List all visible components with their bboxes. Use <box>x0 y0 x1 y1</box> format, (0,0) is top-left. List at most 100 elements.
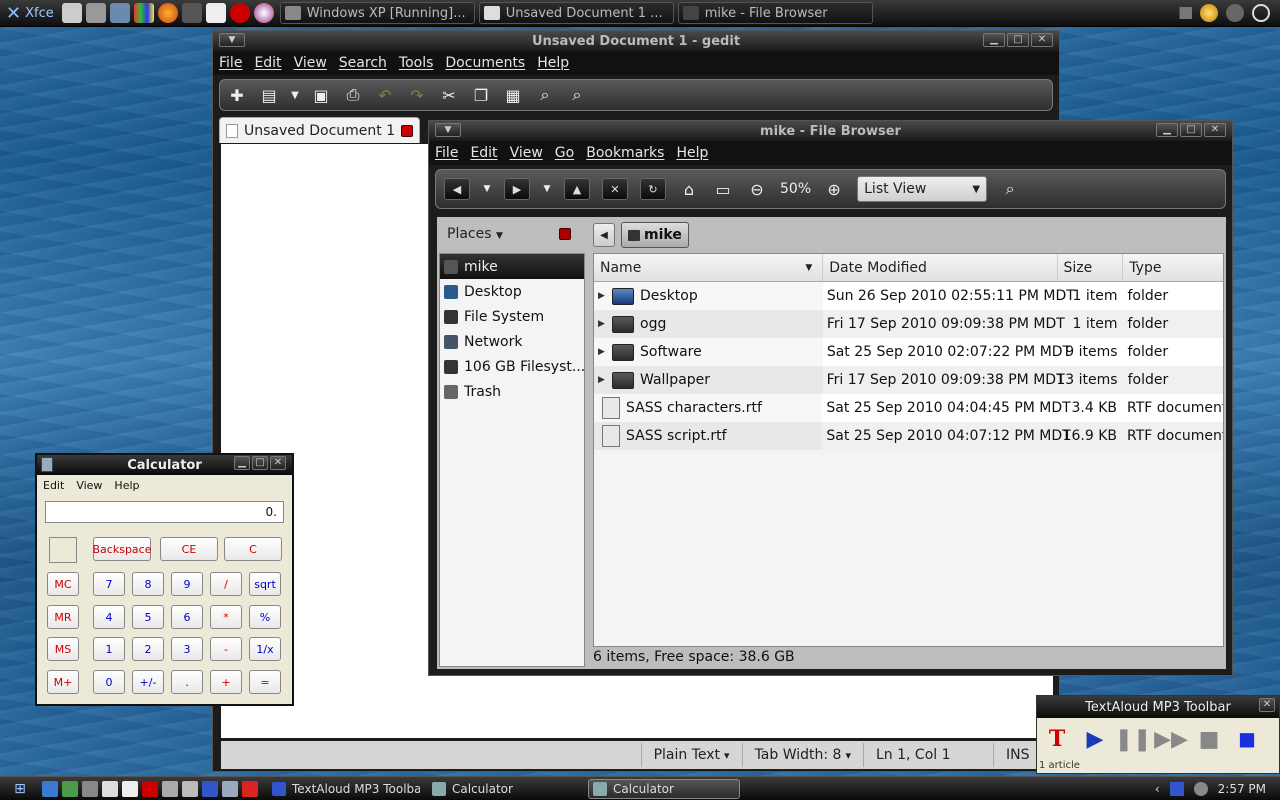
cut-icon[interactable]: ✂ <box>438 84 460 106</box>
minimize-icon[interactable]: ▁ <box>234 456 250 470</box>
sidebar-item-network[interactable]: Network <box>440 329 584 354</box>
digit-2-button[interactable]: 2 <box>132 637 164 661</box>
file-browser-titlebar[interactable]: ▼ mike - File Browser ▁ □ ✕ <box>429 121 1232 141</box>
close-icon[interactable]: ✕ <box>1204 123 1226 137</box>
menu-file[interactable]: File <box>219 55 242 71</box>
file-row[interactable]: SASS script.rtf Sat 25 Sep 2010 04:07:12… <box>594 422 1223 450</box>
column-type[interactable]: Type <box>1123 254 1223 281</box>
digit-0-button[interactable]: 0 <box>93 670 125 694</box>
xfce-menu-button[interactable]: ✕ Xfce <box>0 3 60 24</box>
multiply-button[interactable]: * <box>210 605 242 629</box>
menu-tools[interactable]: Tools <box>399 55 434 71</box>
close-sidebar-icon[interactable] <box>559 228 571 240</box>
disc-launcher-icon[interactable] <box>253 3 274 23</box>
gedit-titlebar[interactable]: ▼ Unsaved Document 1 - gedit ▁ □ ✕ <box>213 31 1059 51</box>
panel-task-windows-xp[interactable]: Windows XP [Running]... <box>279 2 475 24</box>
file-row[interactable]: ▶ Wallpaper Fri 17 Sep 2010 09:09:38 PM M… <box>594 366 1223 394</box>
sidebar-item-desktop[interactable]: Desktop <box>440 279 584 304</box>
textaloud-quicklaunch-icon[interactable] <box>202 780 218 797</box>
notepad-quicklaunch-icon[interactable] <box>122 780 138 797</box>
word-quicklaunch-icon[interactable] <box>142 780 158 797</box>
menu-view[interactable]: View <box>510 145 543 161</box>
digit-4-button[interactable]: 4 <box>93 605 125 629</box>
digit-8-button[interactable]: 8 <box>132 572 164 596</box>
file-row[interactable]: ▶ ogg Fri 17 Sep 2010 09:09:38 PM MDT 1 i… <box>594 310 1223 338</box>
menu-edit[interactable]: Edit <box>470 145 497 161</box>
taskbar-task-calculator-active[interactable]: Calculator <box>588 778 740 799</box>
menu-help[interactable]: Help <box>114 479 139 492</box>
volume-icon[interactable] <box>1226 4 1244 22</box>
expander-icon[interactable]: ▶ <box>598 291 606 301</box>
media-quicklaunch-icon[interactable] <box>82 780 98 797</box>
monitor-launcher-icon[interactable] <box>109 3 130 23</box>
panel-task-gedit[interactable]: Unsaved Document 1 ... <box>478 2 674 24</box>
chevron-left-icon[interactable]: ‹ <box>1155 782 1160 796</box>
reload-icon[interactable]: ↻ <box>640 178 666 200</box>
app-quicklaunch-icon[interactable] <box>162 780 178 797</box>
explorer-quicklaunch-icon[interactable] <box>102 780 118 797</box>
save-icon[interactable]: ▣ <box>310 84 332 106</box>
forward-dropdown-icon[interactable]: ▼ <box>542 178 552 200</box>
menu-file[interactable]: File <box>435 145 458 161</box>
ce-button[interactable]: CE <box>160 537 218 561</box>
tab-unsaved-document[interactable]: Unsaved Document 1 <box>219 117 421 143</box>
places-dropdown[interactable]: Places ▼ <box>447 226 503 242</box>
menu-help[interactable]: Help <box>676 145 708 161</box>
copy-icon[interactable]: ❐ <box>470 84 492 106</box>
file-row[interactable]: ▶ Software Sat 25 Sep 2010 02:07:22 PM MD… <box>594 338 1223 366</box>
clock-time[interactable]: 2:57 PM <box>1218 782 1266 796</box>
zoom-in-icon[interactable]: ⊕ <box>823 178 845 200</box>
calculator-titlebar[interactable]: Calculator ▁ □ ✕ <box>37 455 292 475</box>
tab-close-icon[interactable] <box>401 124 414 137</box>
maximize-icon[interactable]: □ <box>1007 33 1029 47</box>
sidebar-item-trash[interactable]: Trash <box>440 379 584 404</box>
close-icon[interactable]: ✕ <box>270 456 286 470</box>
reciprocal-button[interactable]: 1/x <box>249 637 281 661</box>
expander-icon[interactable]: ▶ <box>598 375 606 385</box>
redhat-launcher-icon[interactable] <box>229 3 250 23</box>
digit-6-button[interactable]: 6 <box>171 605 203 629</box>
taskbar-task-calculator[interactable]: Calculator <box>428 779 580 799</box>
firefox-launcher-icon[interactable] <box>157 3 178 23</box>
digit-9-button[interactable]: 9 <box>171 572 203 596</box>
divide-button[interactable]: / <box>210 572 242 596</box>
mc-button[interactable]: MC <box>47 572 79 596</box>
backspace-button[interactable]: Backspace <box>93 537 152 561</box>
column-name[interactable]: Name ▼ <box>594 254 824 281</box>
media-launcher-icon[interactable] <box>85 3 106 23</box>
back-dropdown-icon[interactable]: ▼ <box>482 178 492 200</box>
find-icon[interactable]: ⌕ <box>534 84 556 106</box>
forward-icon[interactable]: ▶ <box>504 178 530 200</box>
minimize-icon[interactable]: ▁ <box>1156 123 1178 137</box>
path-button-mike[interactable]: mike <box>621 222 689 248</box>
open-icon[interactable]: ▤ <box>258 84 280 106</box>
mr-button[interactable]: MR <box>47 605 79 629</box>
back-icon[interactable]: ◀ <box>444 178 470 200</box>
search-icon[interactable]: ⌕ <box>999 178 1021 200</box>
file-row[interactable]: ▶ Desktop Sun 26 Sep 2010 02:55:11 PM MDT… <box>594 282 1223 310</box>
menu-search[interactable]: Search <box>339 55 387 71</box>
mail-launcher-icon[interactable] <box>181 3 202 23</box>
digit-7-button[interactable]: 7 <box>93 572 125 596</box>
package-quicklaunch-icon[interactable] <box>182 780 198 797</box>
m-plus-button[interactable]: M+ <box>47 670 79 694</box>
close-icon[interactable]: ✕ <box>1259 698 1275 712</box>
minimize-icon[interactable]: ▁ <box>983 33 1005 47</box>
home-icon[interactable]: ⌂ <box>678 178 700 200</box>
pause-icon[interactable]: ❚❚ <box>1115 724 1152 754</box>
open-dropdown-icon[interactable]: ▼ <box>290 84 300 106</box>
menu-view[interactable]: View <box>76 479 102 492</box>
computer-icon[interactable]: ▭ <box>712 178 734 200</box>
start-button[interactable]: ⊞ <box>0 781 40 797</box>
maximize-icon[interactable]: □ <box>252 456 268 470</box>
menu-view[interactable]: View <box>294 55 327 71</box>
expander-icon[interactable]: ▶ <box>598 319 606 329</box>
textaloud-titlebar[interactable]: TextAloud MP3 Toolbar ✕ <box>1037 696 1279 718</box>
terminal-launcher-icon[interactable] <box>61 3 82 23</box>
signal-icon[interactable] <box>1174 7 1192 19</box>
recycle-quicklaunch-icon[interactable] <box>62 780 78 797</box>
play-save-icon[interactable]: ▶ <box>1079 724 1111 754</box>
taskbar-task-textaloud[interactable]: TextAloud MP3 Toolbar <box>268 779 420 799</box>
up-icon[interactable]: ▲ <box>564 178 590 200</box>
decimal-button[interactable]: . <box>171 670 203 694</box>
